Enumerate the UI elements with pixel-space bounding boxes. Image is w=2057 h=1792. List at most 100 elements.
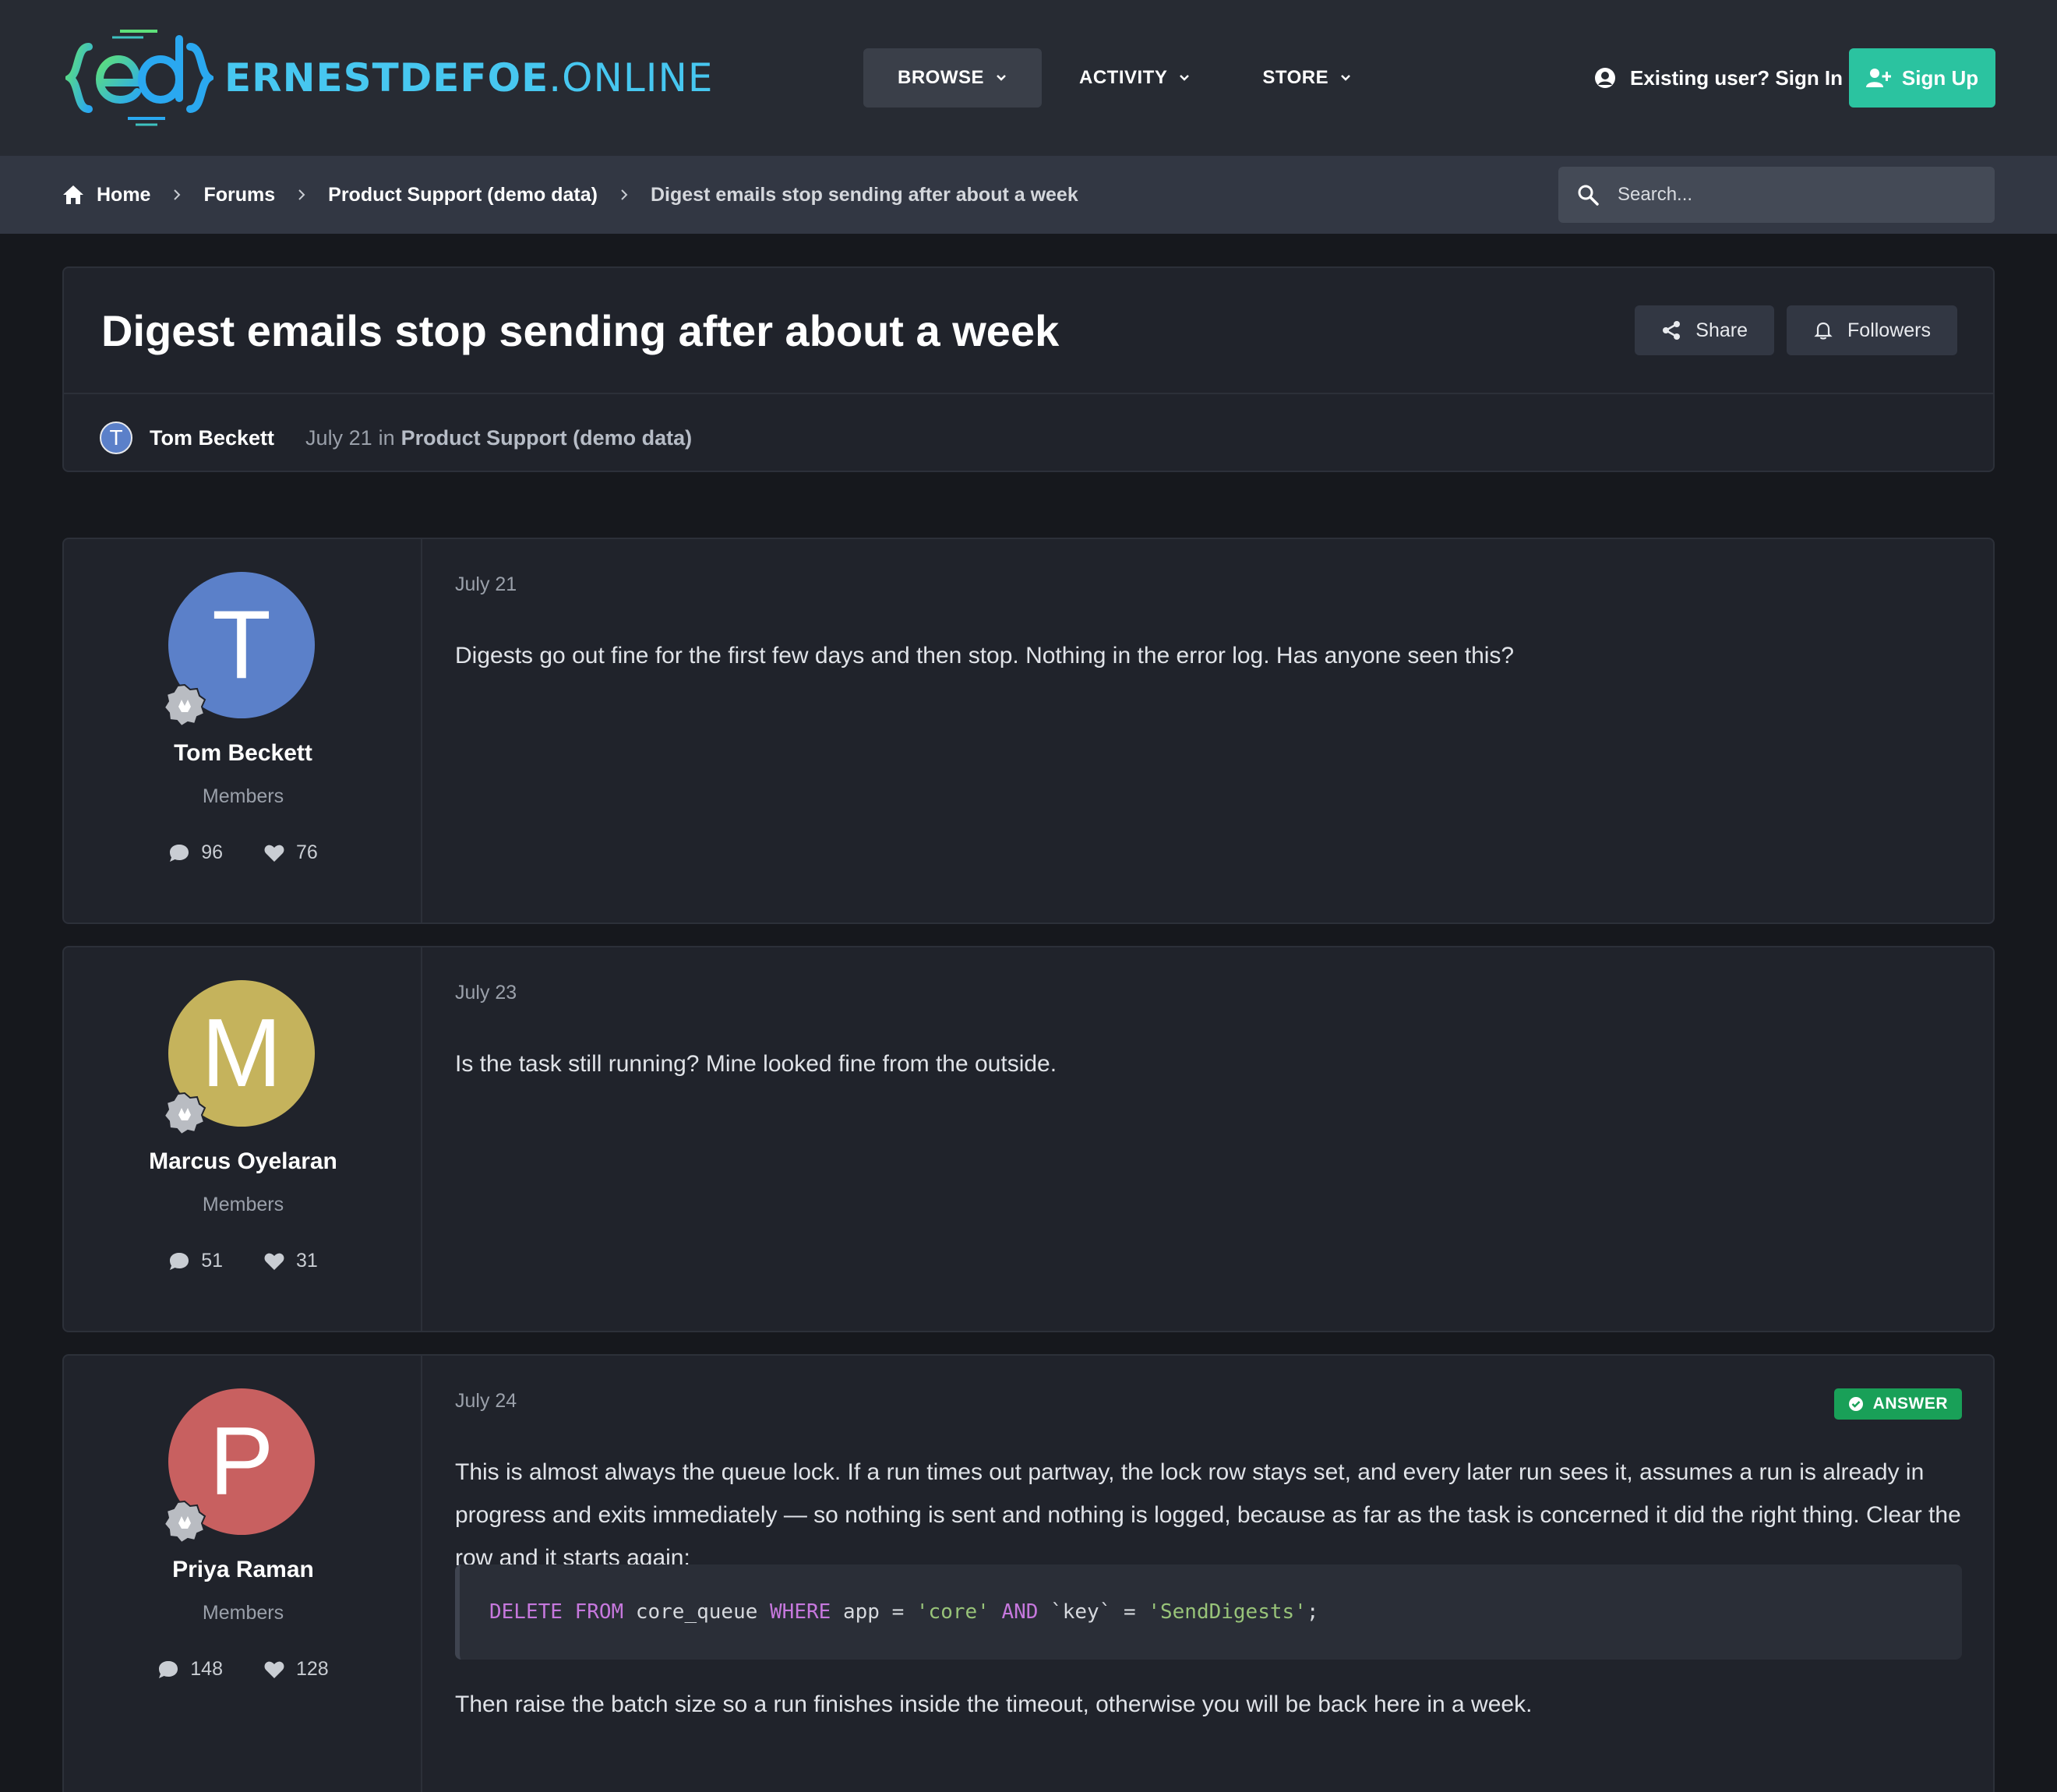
code-string: 'core' (916, 1600, 990, 1624)
post: T Tom Beckett Members 96 76 July 21 Dige… (62, 538, 1995, 924)
post-count-stat: 51 (168, 1250, 223, 1272)
comment-icon (170, 844, 189, 862)
chevron-down-icon (997, 75, 1006, 81)
reputation-count: 31 (296, 1250, 318, 1272)
sign-in-link[interactable]: Existing user? Sign In (1594, 48, 1843, 108)
chevron-right-icon (174, 189, 181, 200)
share-icon (1663, 321, 1681, 340)
site-logo[interactable]: ERNESTDEFOE.ONLINE (65, 23, 714, 132)
home-icon (63, 185, 83, 204)
nav-browse[interactable]: BROWSE (863, 48, 1042, 108)
topic-header: Digest emails stop sending after about a… (62, 266, 1995, 472)
post-count: 96 (201, 841, 223, 863)
chevron-right-icon (621, 189, 628, 200)
author-group: Members (202, 1194, 284, 1215)
breadcrumb-forums[interactable]: Forums (203, 184, 275, 206)
nav-browse-label: BROWSE (898, 67, 984, 88)
sign-up-label: Sign Up (1901, 65, 1979, 90)
post-author-panel: P Priya Raman Members 148 128 (64, 1356, 422, 1792)
rank-badge-icon (163, 1092, 206, 1136)
code-keyword: AND (1001, 1600, 1039, 1624)
user-circle-icon (1595, 68, 1615, 88)
nav-store-label: STORE (1262, 67, 1329, 88)
post-author-panel: T Tom Beckett Members 96 76 (64, 539, 422, 922)
code-text: core_queue (623, 1600, 771, 1624)
divider (64, 393, 1993, 394)
nav-store[interactable]: STORE (1228, 48, 1386, 108)
followers-button[interactable]: Followers (1787, 305, 1957, 355)
share-label: Share (1695, 319, 1748, 341)
logo-mark-icon (65, 30, 213, 126)
code-block: DELETE FROM core_queue WHERE app = 'core… (455, 1564, 1962, 1660)
post: M Marcus Oyelaran Members 51 31 July 23 … (62, 946, 1995, 1332)
post-count: 148 (190, 1658, 223, 1680)
heart-icon (264, 1253, 284, 1270)
site-header: ERNESTDEFOE.ONLINE BROWSE ACTIVITY STORE… (0, 0, 2057, 156)
heart-icon (264, 845, 284, 862)
reputation-stat: 76 (263, 841, 318, 864)
topic-meta: T Tom Beckett July 21 in Product Support… (100, 414, 692, 461)
author-name[interactable]: Tom Beckett (64, 740, 422, 767)
post-content: Is the task still running? Mine looked f… (455, 1051, 1057, 1077)
nav-activity[interactable]: ACTIVITY (1045, 48, 1225, 108)
post-content-continued: Then raise the batch size so a run finis… (455, 1691, 1533, 1717)
search-box (1558, 167, 1995, 223)
chevron-down-icon (1180, 75, 1190, 81)
main-nav: BROWSE ACTIVITY STORE (863, 48, 1389, 108)
search-input[interactable] (1618, 184, 1976, 206)
topic-actions: Share Followers (1622, 305, 1957, 355)
chevron-down-icon (1341, 75, 1350, 81)
author-name[interactable]: Marcus Oyelaran (64, 1148, 422, 1175)
author-stats: 96 76 (64, 841, 422, 864)
author-group: Members (202, 785, 284, 807)
code-keyword: DELETE FROM (489, 1600, 624, 1624)
code-text: app = (831, 1600, 916, 1624)
avatar[interactable]: T (100, 422, 132, 454)
followers-label: Followers (1847, 319, 1931, 341)
topic-author[interactable]: Tom Beckett (150, 426, 274, 450)
search-icon (1578, 185, 1599, 206)
reputation-count: 128 (296, 1658, 329, 1680)
topic-in-word: in (378, 425, 395, 450)
share-button[interactable]: Share (1635, 305, 1775, 355)
topic-date: July 21 (305, 425, 372, 450)
breadcrumb-home[interactable]: Home (97, 184, 150, 206)
reputation-stat: 128 (263, 1658, 329, 1681)
comment-icon (159, 1660, 178, 1678)
nav-activity-label: ACTIVITY (1079, 67, 1168, 88)
chevron-right-icon (298, 189, 305, 200)
check-circle-icon (1848, 1397, 1863, 1411)
comment-icon (170, 1252, 189, 1270)
page-title: Digest emails stop sending after about a… (101, 306, 1060, 355)
post-author-panel: M Marcus Oyelaran Members 51 31 (64, 947, 422, 1331)
code-text: `key` = (1038, 1600, 1148, 1624)
author-stats: 51 31 (64, 1250, 422, 1272)
user-plus-icon (1865, 69, 1891, 87)
code-string: 'SendDigests' (1148, 1600, 1307, 1624)
post: P Priya Raman Members 148 128 July 24 AN… (62, 1354, 1995, 1792)
reputation-stat: 31 (263, 1250, 318, 1272)
rank-badge-icon (163, 1500, 206, 1544)
post-count-stat: 96 (168, 841, 223, 864)
post-count: 51 (201, 1250, 223, 1272)
breadcrumb-current: Digest emails stop sending after about a… (650, 183, 1078, 206)
sign-in-label: Existing user? Sign In (1630, 65, 1844, 90)
heart-icon (264, 1661, 284, 1678)
post-date[interactable]: July 23 (455, 982, 517, 1004)
post-count-stat: 148 (157, 1658, 223, 1681)
logo-text: ERNESTDEFOE.ONLINE (224, 55, 714, 101)
bell-icon (1814, 322, 1833, 340)
post-date[interactable]: July 24 (455, 1390, 517, 1413)
author-stats: 148 128 (64, 1658, 422, 1681)
answer-badge: ANSWER (1833, 1388, 1962, 1420)
sign-up-button[interactable]: Sign Up (1849, 48, 1995, 108)
topic-forum-link[interactable]: Product Support (demo data) (401, 426, 693, 450)
code-keyword: WHERE (770, 1600, 831, 1624)
post-date[interactable]: July 21 (455, 573, 517, 596)
author-name[interactable]: Priya Raman (64, 1557, 422, 1583)
answer-badge-label: ANSWER (1872, 1395, 1948, 1413)
reputation-count: 76 (296, 841, 318, 863)
breadcrumb-product-support[interactable]: Product Support (demo data) (328, 184, 598, 206)
code-text: ; (1306, 1600, 1319, 1624)
